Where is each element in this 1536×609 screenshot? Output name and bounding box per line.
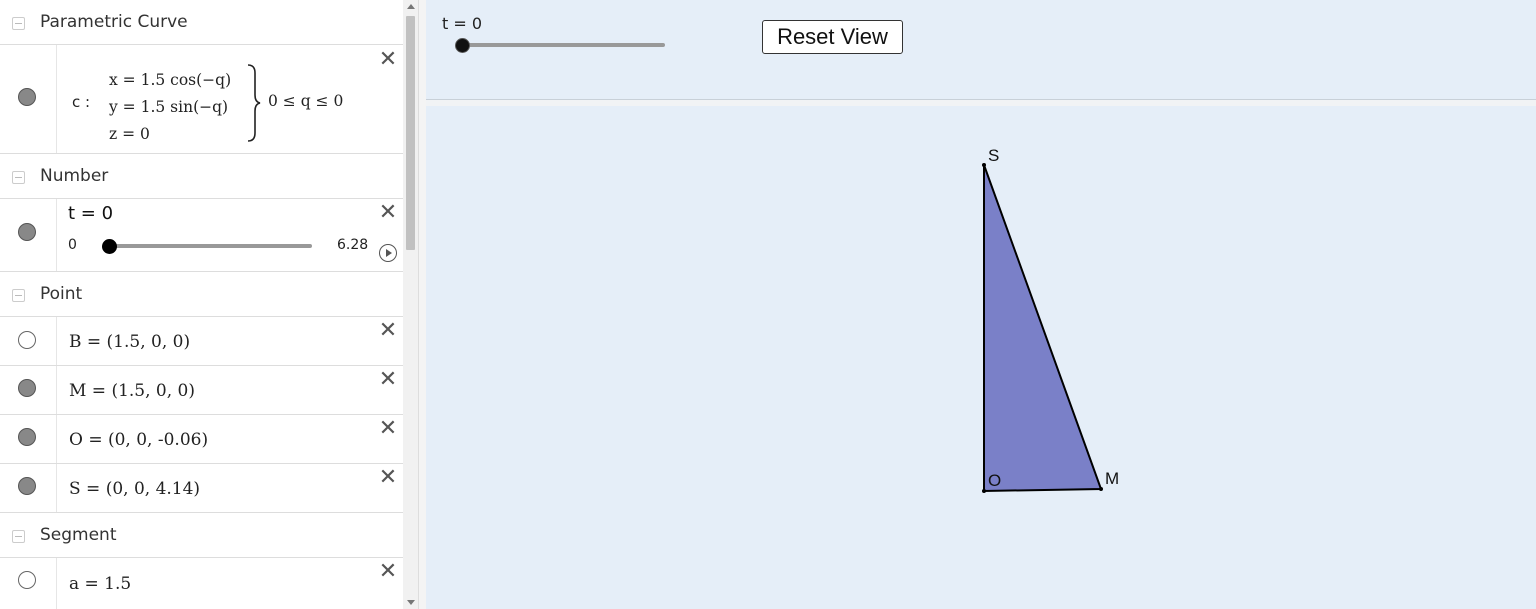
number-label: t = 0 — [68, 203, 114, 224]
collapse-toggle-icon[interactable] — [12, 171, 25, 184]
visibility-toggle[interactable] — [18, 571, 36, 589]
visibility-toggle[interactable] — [18, 223, 36, 241]
section-header-point[interactable]: Point — [0, 272, 403, 317]
collapse-toggle-icon[interactable] — [12, 289, 25, 302]
visibility-toggle[interactable] — [18, 88, 36, 106]
point-label-O: O — [988, 471, 1002, 490]
curve-name: c : — [72, 93, 91, 111]
segment-expression: a = 1.5 — [69, 574, 132, 594]
point-label-M: M — [1105, 469, 1120, 488]
curve-z-equation: z = 0 — [109, 125, 150, 143]
point-expression: S = (0, 0, 4.14) — [69, 479, 201, 499]
point-expression: B = (1.5, 0, 0) — [69, 332, 191, 352]
close-icon[interactable]: ✕ — [378, 467, 398, 489]
section-title: Segment — [40, 525, 117, 545]
scrollbar-thumb[interactable] — [406, 16, 415, 250]
algebra-row-segment-a[interactable]: a = 1.5 ✕ — [0, 558, 403, 609]
close-icon[interactable]: ✕ — [378, 561, 398, 583]
scroll-up-icon[interactable] — [407, 4, 415, 9]
visibility-cell — [0, 199, 57, 271]
point-O[interactable] — [982, 489, 986, 493]
section-header-segment[interactable]: Segment — [0, 513, 403, 558]
visibility-cell — [0, 45, 57, 153]
visibility-toggle[interactable] — [18, 428, 36, 446]
close-icon[interactable]: ✕ — [378, 418, 398, 440]
section-title: Point — [40, 284, 83, 304]
algebra-row-point-S[interactable]: S = (0, 0, 4.14) ✕ — [0, 464, 403, 513]
curve-y-equation: y = 1.5 sin(−q) — [109, 98, 229, 116]
section-title: Number — [40, 166, 109, 186]
section-header-number[interactable]: Number — [0, 154, 403, 199]
slider-label: t = 0 — [442, 14, 483, 33]
close-icon[interactable]: ✕ — [378, 202, 398, 224]
graphics-view-2d[interactable]: t = 0 Reset View — [426, 0, 1536, 100]
slider-max: 6.28 — [337, 237, 369, 253]
slider-knob[interactable] — [455, 38, 470, 53]
algebra-panel: Parametric Curve c : x = 1.5 cos(−q) y =… — [0, 0, 403, 609]
curly-brace-icon — [247, 64, 261, 142]
curve-equations: x = 1.5 cos(−q) y = 1.5 sin(−q) z = 0 — [109, 67, 231, 148]
algebra-row-curve[interactable]: c : x = 1.5 cos(−q) y = 1.5 sin(−q) z = … — [0, 45, 403, 154]
number-slider-knob[interactable] — [102, 239, 117, 254]
slider-min: 0 — [68, 237, 77, 253]
triangle-canvas — [982, 163, 1103, 493]
slider-track[interactable] — [462, 43, 665, 47]
algebra-row-number-t[interactable]: t = 0 0 6.28 ✕ — [0, 199, 403, 272]
number-slider-track[interactable] — [109, 244, 312, 248]
point-expression: O = (0, 0, -0.06) — [69, 430, 209, 450]
curve-range: 0 ≤ q ≤ 0 — [268, 92, 344, 110]
collapse-toggle-icon[interactable] — [12, 17, 25, 30]
visibility-cell — [0, 415, 57, 463]
reset-view-button[interactable]: Reset View — [762, 20, 903, 54]
section-header-parametric-curve[interactable]: Parametric Curve — [0, 0, 403, 45]
visibility-cell — [0, 317, 57, 365]
visibility-toggle[interactable] — [18, 477, 36, 495]
visibility-cell — [0, 366, 57, 414]
close-icon[interactable]: ✕ — [378, 320, 398, 342]
point-label-S: S — [988, 146, 1000, 165]
algebra-row-point-M[interactable]: M = (1.5, 0, 0) ✕ — [0, 366, 403, 415]
scroll-down-icon[interactable] — [407, 600, 415, 605]
point-S[interactable] — [982, 163, 986, 167]
visibility-cell — [0, 558, 57, 609]
section-title: Parametric Curve — [40, 12, 188, 32]
algebra-scrollbar[interactable] — [403, 0, 418, 609]
close-icon[interactable]: ✕ — [378, 369, 398, 391]
point-expression: M = (1.5, 0, 0) — [69, 381, 196, 401]
play-icon[interactable] — [379, 244, 397, 262]
curve-x-equation: x = 1.5 cos(−q) — [109, 71, 232, 89]
visibility-toggle[interactable] — [18, 331, 36, 349]
algebra-row-point-B[interactable]: B = (1.5, 0, 0) ✕ — [0, 317, 403, 366]
algebra-row-point-O[interactable]: O = (0, 0, -0.06) ✕ — [0, 415, 403, 464]
collapse-toggle-icon[interactable] — [12, 530, 25, 543]
graphics-view-3d[interactable]: S O M — [426, 106, 1536, 609]
visibility-cell — [0, 464, 57, 512]
visibility-toggle[interactable] — [18, 379, 36, 397]
close-icon[interactable]: ✕ — [378, 49, 398, 71]
triangle-SOM[interactable] — [983, 164, 1103, 493]
point-M[interactable] — [1099, 487, 1103, 491]
